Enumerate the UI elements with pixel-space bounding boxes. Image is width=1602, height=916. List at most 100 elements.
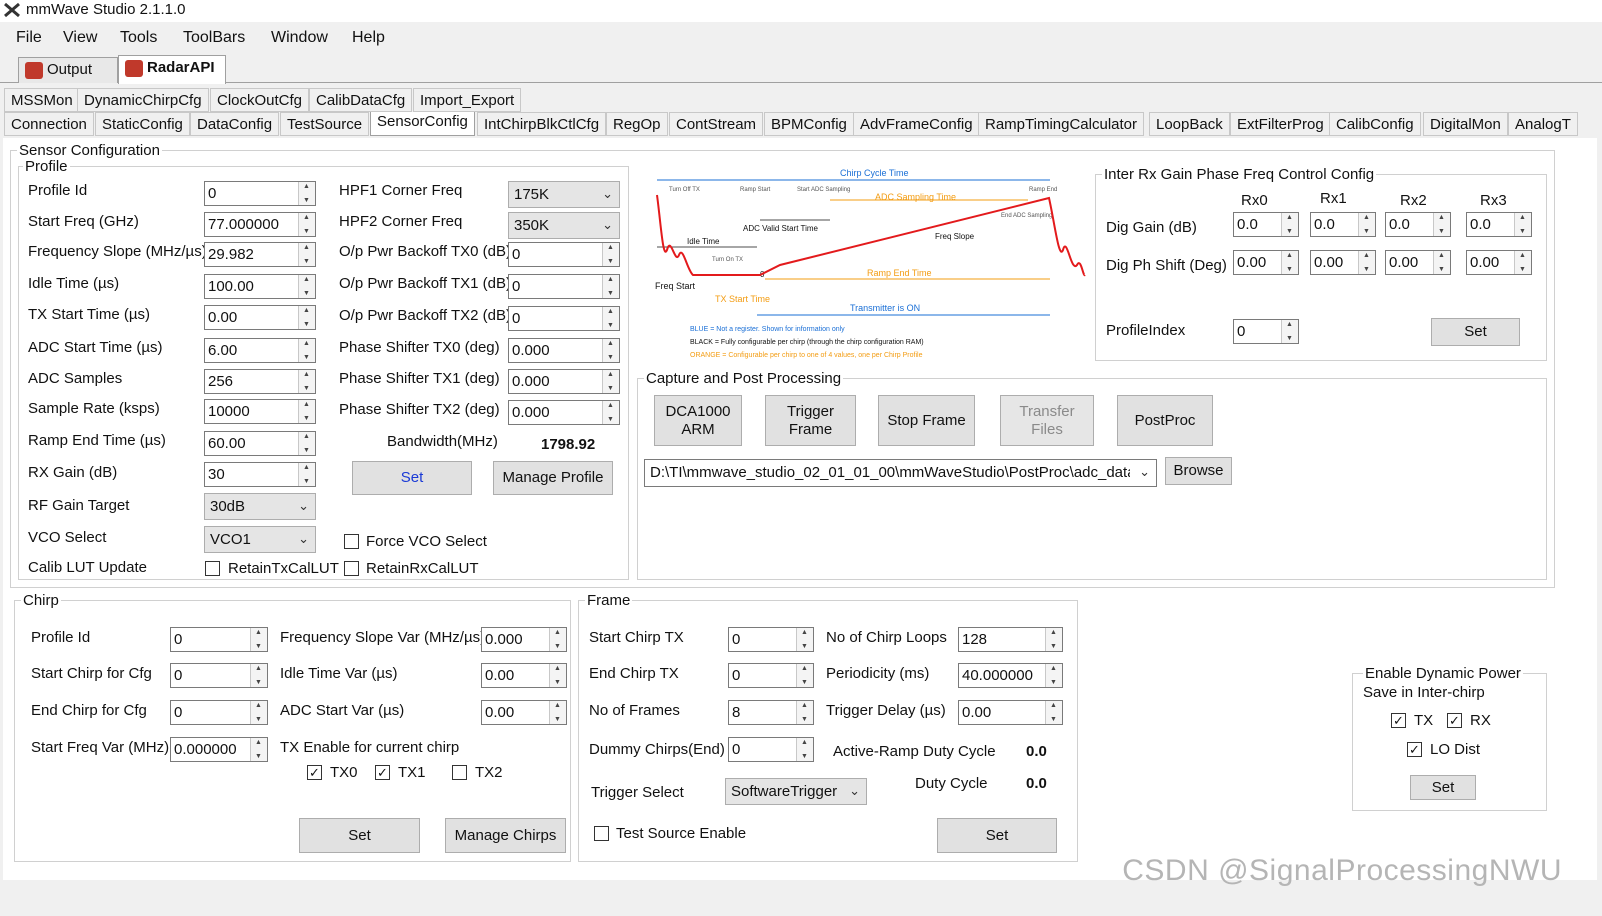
spinner-arrows-icon[interactable] [1358,251,1375,274]
spinner-arrows-icon[interactable] [1358,213,1375,236]
spinner-arrows-icon[interactable] [549,701,566,724]
spinner-arrows-icon[interactable] [1514,251,1531,274]
spinner-arrows-icon[interactable] [298,370,315,393]
dummy-chirps-input[interactable]: 0 [728,737,814,762]
tab-analogt[interactable]: AnalogT [1508,112,1578,136]
chirp-set-button[interactable]: Set [299,818,420,853]
spinner-arrows-icon[interactable] [602,339,619,362]
phase-shifter-tx0-input[interactable]: 0.000 [508,338,620,363]
tab-advframeconfig[interactable]: AdvFrameConfig [853,112,980,136]
retain-rx-cal-lut-checkbox[interactable] [344,561,359,576]
spinner-arrows-icon[interactable] [796,664,813,687]
manage-chirps-button[interactable]: Manage Chirps [445,818,566,853]
hpf1-select[interactable]: 175K ⌄ [508,181,620,208]
ramp-end-time-input[interactable]: 60.00 [204,431,316,456]
spinner-arrows-icon[interactable] [298,463,315,486]
postproc-button[interactable]: PostProc [1117,395,1213,446]
spinner-arrows-icon[interactable] [1045,628,1062,651]
dig-ph-rx2-input[interactable]: 0.00 [1385,250,1451,275]
dca1000-arm-button[interactable]: DCA1000 ARM [654,395,742,446]
dig-gain-rx1-input[interactable]: 0.0 [1310,212,1376,237]
spinner-arrows-icon[interactable] [602,401,619,424]
freq-slope-input[interactable]: 29.982 [204,242,316,267]
freq-slope-var-input[interactable]: 0.000 [481,627,567,652]
manage-profile-button[interactable]: Manage Profile [493,461,613,495]
spinner-arrows-icon[interactable] [250,701,267,724]
tx-start-time-input[interactable]: 0.00 [204,305,316,330]
spinner-arrows-icon[interactable] [1281,251,1298,274]
power-save-set-button[interactable]: Set [1410,775,1476,800]
tab-bpmconfig[interactable]: BPMConfig [764,112,854,136]
menu-window[interactable]: Window [271,29,328,47]
menu-file[interactable]: File [16,29,42,47]
idle-time-input[interactable]: 100.00 [204,274,316,299]
spinner-arrows-icon[interactable] [298,243,315,266]
spinner-arrows-icon[interactable] [796,738,813,761]
pwr-backoff-tx1-input[interactable]: 0 [508,274,620,299]
tab-testsource[interactable]: TestSource [280,112,370,136]
retain-tx-cal-lut-checkbox[interactable] [205,561,220,576]
tab-intchirpblkctlcfg[interactable]: IntChirpBlkCtlCfg [477,112,607,136]
tab-connection[interactable]: Connection [4,112,94,136]
adc-start-time-input[interactable]: 6.00 [204,338,316,363]
spinner-arrows-icon[interactable] [298,182,315,205]
power-rx-checkbox[interactable]: ✓ [1447,713,1462,728]
dig-ph-rx0-input[interactable]: 0.00 [1233,250,1299,275]
rx-gain-input[interactable]: 30 [204,462,316,487]
spinner-arrows-icon[interactable] [1514,213,1531,236]
test-source-enable-checkbox[interactable] [594,826,609,841]
tab-contstream[interactable]: ContStream [669,112,764,136]
tab-digitalmon[interactable]: DigitalMon [1423,112,1508,136]
adc-start-var-input[interactable]: 0.00 [481,700,567,725]
no-of-chirp-loops-input[interactable]: 128 [958,627,1063,652]
tx0-checkbox[interactable]: ✓ [307,765,322,780]
trigger-frame-button[interactable]: Trigger Frame [765,395,856,446]
start-chirp-cfg-input[interactable]: 0 [170,663,268,688]
end-chirp-cfg-input[interactable]: 0 [170,700,268,725]
spinner-arrows-icon[interactable] [1433,251,1450,274]
tab-clockoutcfg[interactable]: ClockOutCfg [210,88,310,112]
menu-help[interactable]: Help [352,29,385,47]
spinner-arrows-icon[interactable] [298,275,315,298]
spinner-arrows-icon[interactable] [298,432,315,455]
stop-frame-button[interactable]: Stop Frame [878,395,975,446]
adc-data-path-select[interactable]: D:\TI\mmwave_studio_02_01_01_00\mmWaveSt… [644,459,1157,487]
spinner-arrows-icon[interactable] [549,664,566,687]
tab-loopback[interactable]: LoopBack [1149,112,1230,136]
tx1-checkbox[interactable]: ✓ [375,765,390,780]
sample-rate-input[interactable]: 10000 [204,399,316,424]
pwr-backoff-tx0-input[interactable]: 0 [508,242,620,267]
end-chirp-tx-input[interactable]: 0 [728,663,814,688]
frame-set-button[interactable]: Set [937,818,1057,853]
tab-radarapi[interactable]: RadarAPI [118,55,226,84]
pwr-backoff-tx2-input[interactable]: 0 [508,306,620,331]
tab-output[interactable]: Output [18,57,118,83]
spinner-arrows-icon[interactable] [796,701,813,724]
idle-time-var-input[interactable]: 0.00 [481,663,567,688]
spinner-arrows-icon[interactable] [298,339,315,362]
spinner-arrows-icon[interactable] [602,243,619,266]
lo-dist-checkbox[interactable]: ✓ [1407,742,1422,757]
spinner-arrows-icon[interactable] [1045,701,1062,724]
spinner-arrows-icon[interactable] [250,664,267,687]
vco-select[interactable]: VCO1 ⌄ [204,526,316,553]
tab-dynamicchirpcfg[interactable]: DynamicChirpCfg [77,88,209,112]
tab-mssmon[interactable]: MSSMon [4,88,80,112]
trigger-delay-input[interactable]: 0.00 [958,700,1063,725]
spinner-arrows-icon[interactable] [602,275,619,298]
tab-calibdatacfg[interactable]: CalibDataCfg [309,88,413,112]
dig-gain-rx0-input[interactable]: 0.0 [1233,212,1299,237]
tab-calibconfig[interactable]: CalibConfig [1329,112,1421,136]
profile-index-input[interactable]: 0 [1233,319,1299,344]
tab-ramptimingcalculator[interactable]: RampTimingCalculator [978,112,1144,136]
browse-button[interactable]: Browse [1165,457,1232,485]
spinner-arrows-icon[interactable] [796,628,813,651]
rf-gain-target-select[interactable]: 30dB ⌄ [204,493,316,520]
phase-shifter-tx1-input[interactable]: 0.000 [508,369,620,394]
start-freq-var-input[interactable]: 0.000000 [170,737,268,762]
profile-set-button[interactable]: Set [352,461,472,495]
spinner-arrows-icon[interactable] [1281,213,1298,236]
tx2-checkbox[interactable] [452,765,467,780]
no-of-frames-input[interactable]: 8 [728,700,814,725]
tab-extfilterprog[interactable]: ExtFilterProg [1230,112,1331,136]
